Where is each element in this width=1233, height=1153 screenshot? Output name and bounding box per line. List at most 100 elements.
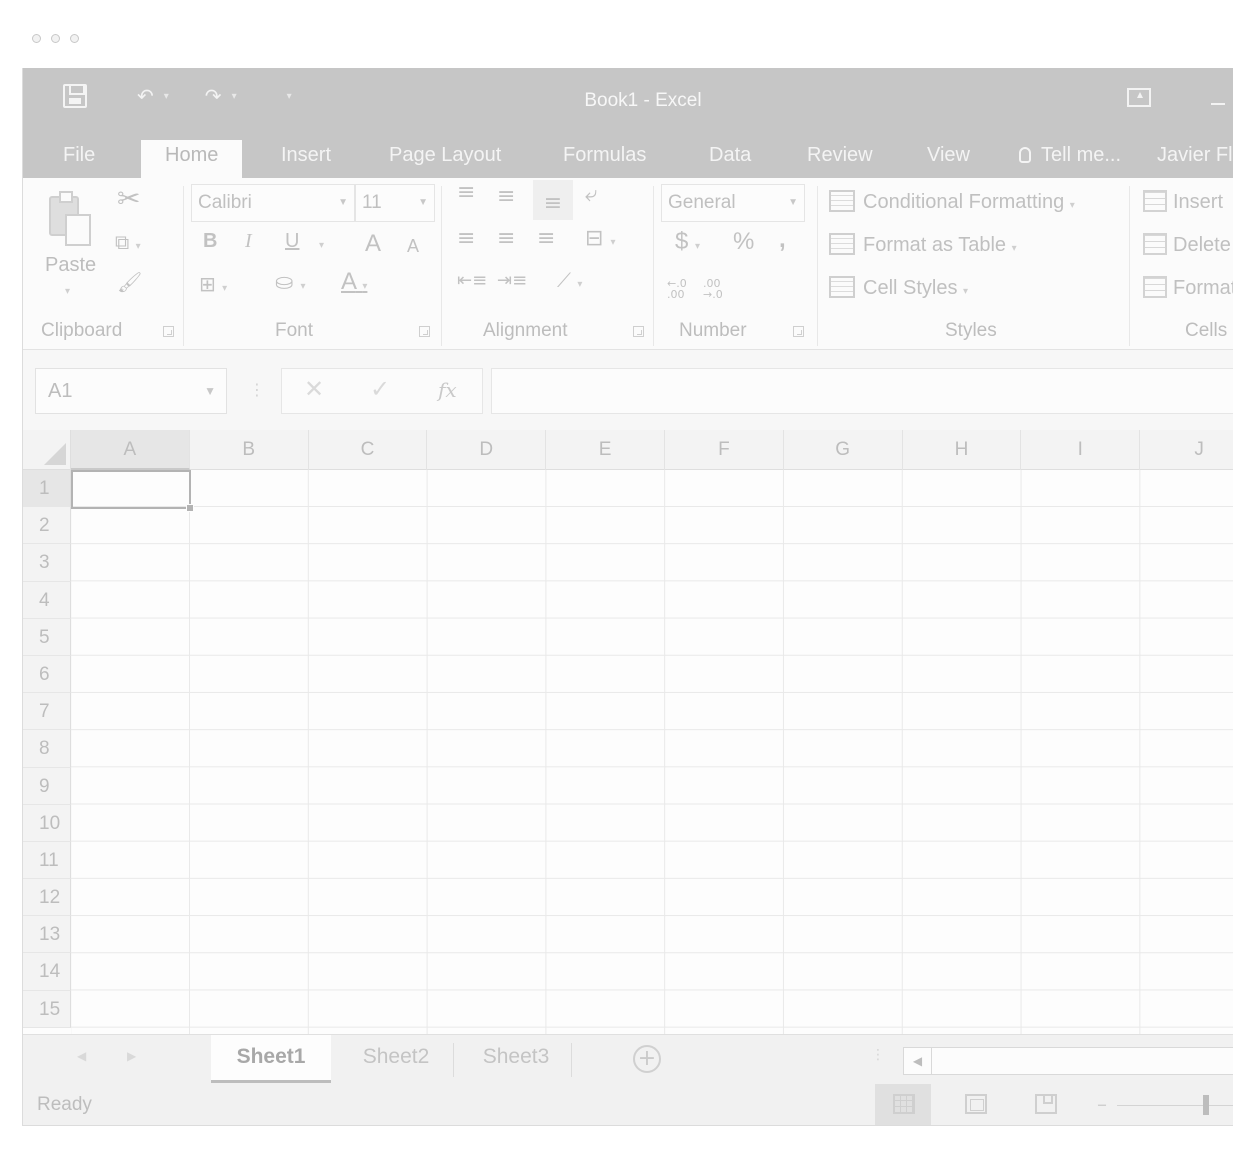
comma-button[interactable]: , xyxy=(779,226,786,254)
increase-indent-icon[interactable]: ⇥≡ xyxy=(497,270,527,291)
align-left-icon[interactable]: ≡ xyxy=(457,226,475,251)
row-header[interactable]: 2 xyxy=(23,507,71,545)
shrink-font-button[interactable]: A xyxy=(407,236,419,257)
format-painter-icon[interactable]: 🖌 xyxy=(117,270,142,294)
row-header[interactable]: 7 xyxy=(23,693,71,731)
tab-insert[interactable]: Insert xyxy=(281,140,331,178)
cell-styles-button[interactable]: Cell Styles ▾ xyxy=(829,276,968,300)
formula-bar-grip-icon[interactable]: ⋮ xyxy=(249,380,265,399)
column-header[interactable]: G xyxy=(784,430,903,470)
format-as-table-button[interactable]: Format as Table ▾ xyxy=(829,233,1017,257)
column-header[interactable]: J xyxy=(1140,430,1233,470)
scroll-sheets-right-icon[interactable]: ▶ xyxy=(127,1049,136,1063)
select-all-button[interactable] xyxy=(23,430,71,470)
increase-decimal-button[interactable]: ←.0 .00 xyxy=(667,278,693,300)
insert-cells-button[interactable]: Insert xyxy=(1143,190,1223,214)
row-header[interactable]: 11 xyxy=(23,841,71,880)
tab-page-layout[interactable]: Page Layout xyxy=(389,140,501,178)
conditional-formatting-button[interactable]: Conditional Formatting ▾ xyxy=(829,190,1075,214)
row-header[interactable]: 6 xyxy=(23,655,71,694)
row-header[interactable]: 8 xyxy=(23,730,71,768)
row-header[interactable]: 15 xyxy=(23,990,71,1028)
italic-button[interactable]: I xyxy=(245,230,252,253)
zoom-slider[interactable] xyxy=(1117,1105,1233,1106)
insert-function-icon[interactable]: fx xyxy=(438,378,457,402)
user-name[interactable]: Javier Fl xyxy=(1157,140,1233,178)
sheet-tab[interactable]: Sheet1 xyxy=(211,1035,331,1083)
tab-data[interactable]: Data xyxy=(709,140,751,178)
column-header[interactable]: D xyxy=(427,430,547,470)
cancel-icon[interactable]: ✕ xyxy=(304,375,324,403)
copy-icon[interactable]: ⧉ ▾ xyxy=(115,230,141,254)
tab-formulas[interactable]: Formulas xyxy=(563,140,646,178)
wrap-text-icon[interactable]: ⤶ xyxy=(585,182,597,207)
row-header[interactable]: 14 xyxy=(23,953,71,991)
bottom-align-icon[interactable]: ≡ xyxy=(533,180,573,220)
row-header[interactable]: 1 xyxy=(23,470,71,508)
paste-button[interactable]: Paste xyxy=(45,254,96,277)
page-break-view-button[interactable] xyxy=(1017,1084,1073,1125)
percent-button[interactable]: % xyxy=(733,228,754,256)
decrease-indent-icon[interactable]: ⇤≡ xyxy=(457,270,487,291)
accounting-format-button[interactable]: $ ▾ xyxy=(675,228,700,256)
row-header[interactable]: 9 xyxy=(23,767,71,805)
minimize-dot[interactable] xyxy=(51,34,60,43)
column-header[interactable]: I xyxy=(1021,430,1141,470)
sheet-tab[interactable]: Sheet3 xyxy=(461,1035,571,1083)
font-name-select[interactable]: Calibri ▼ xyxy=(191,184,355,222)
column-header[interactable]: H xyxy=(903,430,1022,470)
borders-icon[interactable]: ⊞ ▾ xyxy=(199,272,227,296)
tab-splitter-icon[interactable]: ⋮ xyxy=(871,1047,885,1063)
grow-font-button[interactable]: A xyxy=(365,230,381,258)
fill-color-icon[interactable]: ⛀ ▾ xyxy=(275,270,305,295)
bold-button[interactable]: B xyxy=(203,230,217,253)
row-header[interactable]: 5 xyxy=(23,618,71,656)
row-header[interactable]: 3 xyxy=(23,544,71,582)
zoom-slider-thumb[interactable] xyxy=(1203,1095,1209,1115)
underline-dropdown-icon[interactable]: ▾ xyxy=(319,240,324,251)
scroll-sheets-left-icon[interactable]: ◀ xyxy=(77,1049,86,1063)
page-layout-view-button[interactable] xyxy=(947,1084,1003,1125)
row-header[interactable]: 13 xyxy=(23,916,71,954)
column-header[interactable]: A xyxy=(71,430,190,470)
active-cell[interactable] xyxy=(71,470,191,509)
ribbon-display-options-icon[interactable] xyxy=(1127,88,1151,107)
font-size-select[interactable]: 11 ▼ xyxy=(355,184,435,222)
scroll-left-icon[interactable]: ◀ xyxy=(904,1048,932,1074)
top-align-icon[interactable]: ≡ xyxy=(457,180,475,205)
fill-handle[interactable] xyxy=(186,504,194,512)
column-header[interactable]: E xyxy=(546,430,665,470)
close-dot[interactable] xyxy=(32,34,41,43)
add-sheet-icon[interactable]: + xyxy=(633,1045,661,1073)
enter-icon[interactable]: ✓ xyxy=(370,375,390,403)
name-box[interactable]: A1 ▼ xyxy=(35,368,227,414)
cut-icon[interactable]: ✂ xyxy=(117,182,140,215)
tab-view[interactable]: View xyxy=(927,140,970,178)
number-launcher-icon[interactable] xyxy=(793,326,804,337)
merge-center-icon[interactable]: ⊟ ▾ xyxy=(585,226,615,251)
minimize-icon[interactable] xyxy=(1211,103,1225,105)
alignment-launcher-icon[interactable] xyxy=(633,326,644,337)
row-header[interactable]: 4 xyxy=(23,581,71,619)
tab-home[interactable]: Home xyxy=(141,140,243,178)
paste-dropdown-icon[interactable]: ▾ xyxy=(65,286,70,297)
decrease-decimal-button[interactable]: .00 →.0 xyxy=(703,278,737,300)
middle-align-icon[interactable]: ≡ xyxy=(497,184,515,209)
tab-file[interactable]: File xyxy=(63,140,95,178)
delete-cells-button[interactable]: Delete xyxy=(1143,233,1231,257)
format-cells-button[interactable]: Format xyxy=(1143,276,1233,300)
zoom-out-icon[interactable]: – xyxy=(1097,1092,1107,1116)
font-launcher-icon[interactable] xyxy=(419,326,430,337)
zoom-dot[interactable] xyxy=(70,34,79,43)
column-header[interactable]: F xyxy=(665,430,784,470)
tab-review[interactable]: Review xyxy=(807,140,873,178)
underline-button[interactable]: U xyxy=(285,230,299,253)
normal-view-button[interactable] xyxy=(875,1084,931,1125)
horizontal-scrollbar[interactable]: ◀ xyxy=(903,1047,1233,1075)
number-format-select[interactable]: General ▼ xyxy=(661,184,805,222)
align-right-icon[interactable]: ≡ xyxy=(537,226,555,251)
tell-me-box[interactable]: Tell me... xyxy=(1019,140,1121,178)
font-color-button[interactable]: A ▾ xyxy=(341,268,367,296)
align-center-icon[interactable]: ≡ xyxy=(497,226,515,251)
formula-input[interactable] xyxy=(491,368,1233,414)
